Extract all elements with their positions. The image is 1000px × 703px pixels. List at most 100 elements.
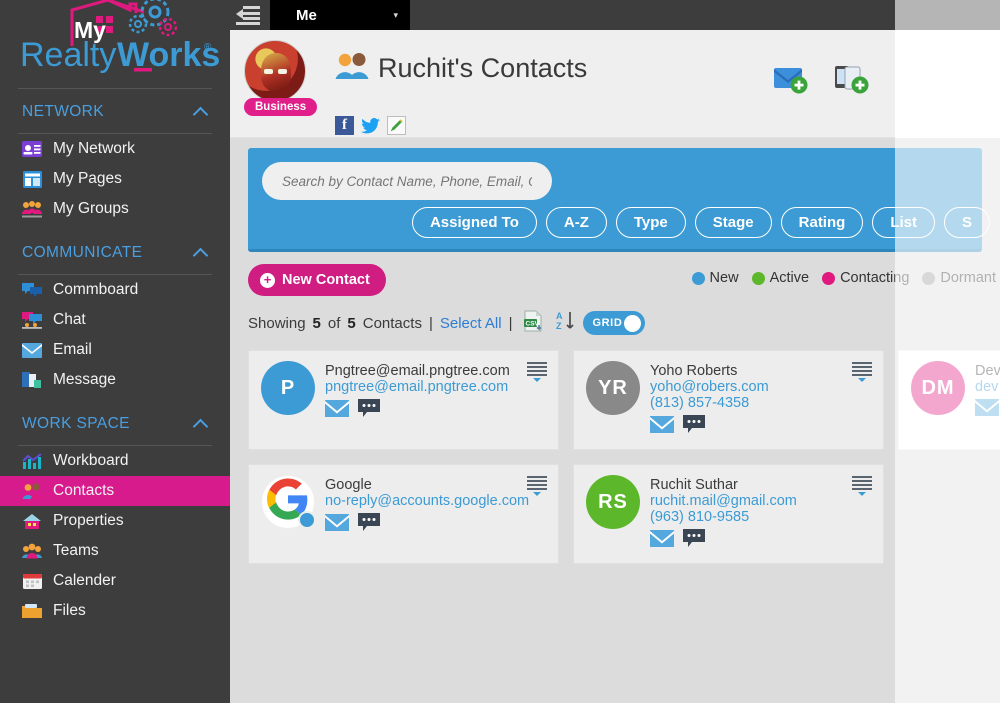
scope-dropdown-value: Me (296, 6, 317, 24)
collapse-sidebar-icon[interactable] (230, 0, 266, 30)
contact-phone[interactable]: (813) 857-4358 (650, 395, 769, 411)
new-contact-button[interactable]: + New Contact (248, 264, 386, 296)
contact-card[interactable]: Google no-reply@accounts.google.com (248, 464, 559, 564)
showing-count: 5 (312, 314, 321, 332)
csv-export-icon[interactable]: CSV (523, 310, 545, 336)
sidebar-item-my-pages[interactable]: My Pages (0, 164, 230, 194)
sidebar-item-properties[interactable]: Properties (0, 506, 230, 536)
contact-initials: P (280, 376, 296, 399)
sidebar-item-label: Message (53, 371, 116, 388)
avatar-wrapper: Business (244, 40, 318, 116)
sort-az-icon[interactable]: A Z (556, 310, 576, 336)
plus-icon: + (260, 272, 275, 288)
contact-initials: YR (598, 376, 628, 399)
contact-info: Pngtree@email.pngtree.com pngtree@email.… (325, 361, 510, 449)
card-menu-icon[interactable] (527, 362, 547, 382)
contact-avatar: DM (911, 361, 965, 415)
action-row: + New Contact New Active Contacting Dorm… (230, 252, 1000, 296)
scope-dropdown[interactable]: Me ▾ (270, 0, 410, 30)
new-mobile-contact-icon[interactable] (834, 64, 874, 100)
sidebar-group-communicate: Commboard Chat Email Message (0, 275, 230, 401)
legend-dot (822, 271, 836, 285)
svg-text:Z: Z (556, 321, 562, 331)
chevron-up-icon[interactable] (194, 246, 208, 260)
chevron-up-icon[interactable] (194, 417, 208, 431)
filter-chip-s[interactable]: S (943, 207, 990, 238)
status-badge: Business (244, 98, 318, 116)
legend-label: Active (769, 270, 810, 286)
legend-label: New (709, 270, 739, 286)
select-all-link[interactable]: Select All (440, 315, 502, 332)
chevron-down-icon[interactable]: ▾ (393, 10, 398, 21)
sidebar-item-chat[interactable]: Chat (0, 305, 230, 335)
contact-card[interactable]: YR Yoho Roberts yoho@robers.com (813) 85… (573, 350, 884, 450)
svg-text:A: A (556, 311, 563, 321)
filter-chip-type[interactable]: Type (615, 207, 686, 238)
search-input[interactable] (262, 162, 552, 200)
message-bubble-icon[interactable] (358, 513, 380, 536)
envelope-icon[interactable] (975, 399, 999, 421)
sidebar-item-teams[interactable]: Teams (0, 536, 230, 566)
sidebar-section-communicate[interactable]: COMMUNICATE (0, 230, 230, 274)
legend-item-dormant: Dormant (922, 270, 996, 286)
social-links: f (335, 116, 406, 135)
filter-chip-list[interactable]: List (872, 207, 935, 238)
sidebar-item-contacts[interactable]: Contacts (0, 476, 230, 506)
envelope-icon[interactable] (325, 513, 349, 536)
filter-chip-rating[interactable]: Rating (780, 207, 864, 238)
contact-card[interactable]: DM Dev dev (898, 350, 1000, 450)
top-bar: Me ▾ (230, 0, 1000, 30)
contact-phone[interactable]: (963) 810-9585 (650, 509, 797, 525)
sidebar-item-calender[interactable]: Calender (0, 566, 230, 596)
sidebar-item-label: Contacts (53, 482, 115, 499)
chevron-up-icon[interactable] (194, 105, 208, 119)
envelope-icon[interactable] (650, 415, 674, 438)
legend-item-contacting: Contacting (822, 270, 909, 286)
sidebar-item-label: My Network (53, 140, 135, 157)
sidebar-item-label: My Pages (53, 170, 122, 187)
contact-email[interactable]: ruchit.mail@gmail.com (650, 493, 797, 509)
envelope-icon[interactable] (325, 399, 349, 422)
card-menu-icon[interactable] (852, 476, 872, 496)
sidebar-section-label: NETWORK (22, 103, 105, 120)
sidebar-section-work-space[interactable]: WORK SPACE (0, 401, 230, 445)
facebook-icon[interactable]: f (335, 116, 354, 135)
sidebar-item-workboard[interactable]: Workboard (0, 446, 230, 476)
filter-bar-wrapper: Assigned To A-Z Type Stage Rating List S (230, 138, 1000, 252)
contact-card[interactable]: RS Ruchit Suthar ruchit.mail@gmail.com (… (573, 464, 884, 564)
app-logo[interactable]: My Realty Works ® (0, 0, 230, 88)
filter-chip-a-z[interactable]: A-Z (545, 207, 607, 238)
contact-card[interactable]: P Pngtree@email.pngtree.com pngtree@emai… (248, 350, 559, 450)
sidebar-item-email[interactable]: Email (0, 335, 230, 365)
legend-dot (751, 271, 765, 285)
card-menu-icon[interactable] (852, 362, 872, 382)
new-email-icon[interactable] (773, 64, 813, 100)
contact-info: Google no-reply@accounts.google.com (325, 475, 529, 563)
contact-email[interactable]: yoho@robers.com (650, 379, 769, 395)
sidebar-item-label: Calender (53, 572, 116, 589)
teams-icon (22, 541, 42, 561)
sidebar-item-commboard[interactable]: Commboard (0, 275, 230, 305)
contact-email[interactable]: no-reply@accounts.google.com (325, 493, 529, 509)
message-bubble-icon[interactable] (683, 415, 705, 438)
sidebar-section-network[interactable]: NETWORK (0, 89, 230, 133)
sidebar-item-my-network[interactable]: My Network (0, 134, 230, 164)
sidebar-item-label: Properties (53, 512, 124, 529)
contact-email[interactable]: dev (975, 379, 1000, 395)
sidebar-item-message[interactable]: Message (0, 365, 230, 395)
sidebar-item-my-groups[interactable]: My Groups (0, 194, 230, 224)
contact-name: Google (325, 477, 372, 493)
message-bubble-icon[interactable] (358, 399, 380, 422)
twitter-icon[interactable] (361, 116, 380, 135)
card-menu-icon[interactable] (527, 476, 547, 496)
envelope-icon[interactable] (650, 529, 674, 552)
contact-email[interactable]: pngtree@email.pngtree.com (325, 379, 510, 395)
grid-view-toggle[interactable]: GRID (583, 311, 646, 335)
filter-chip-assigned-to[interactable]: Assigned To (411, 207, 537, 238)
filter-chip-stage[interactable]: Stage (694, 207, 772, 238)
avatar[interactable] (244, 40, 306, 102)
sidebar-item-files[interactable]: Files (0, 596, 230, 626)
edit-pencil-icon[interactable] (387, 116, 406, 135)
message-bubble-icon[interactable] (683, 529, 705, 552)
contact-name: Yoho Roberts (650, 363, 738, 379)
